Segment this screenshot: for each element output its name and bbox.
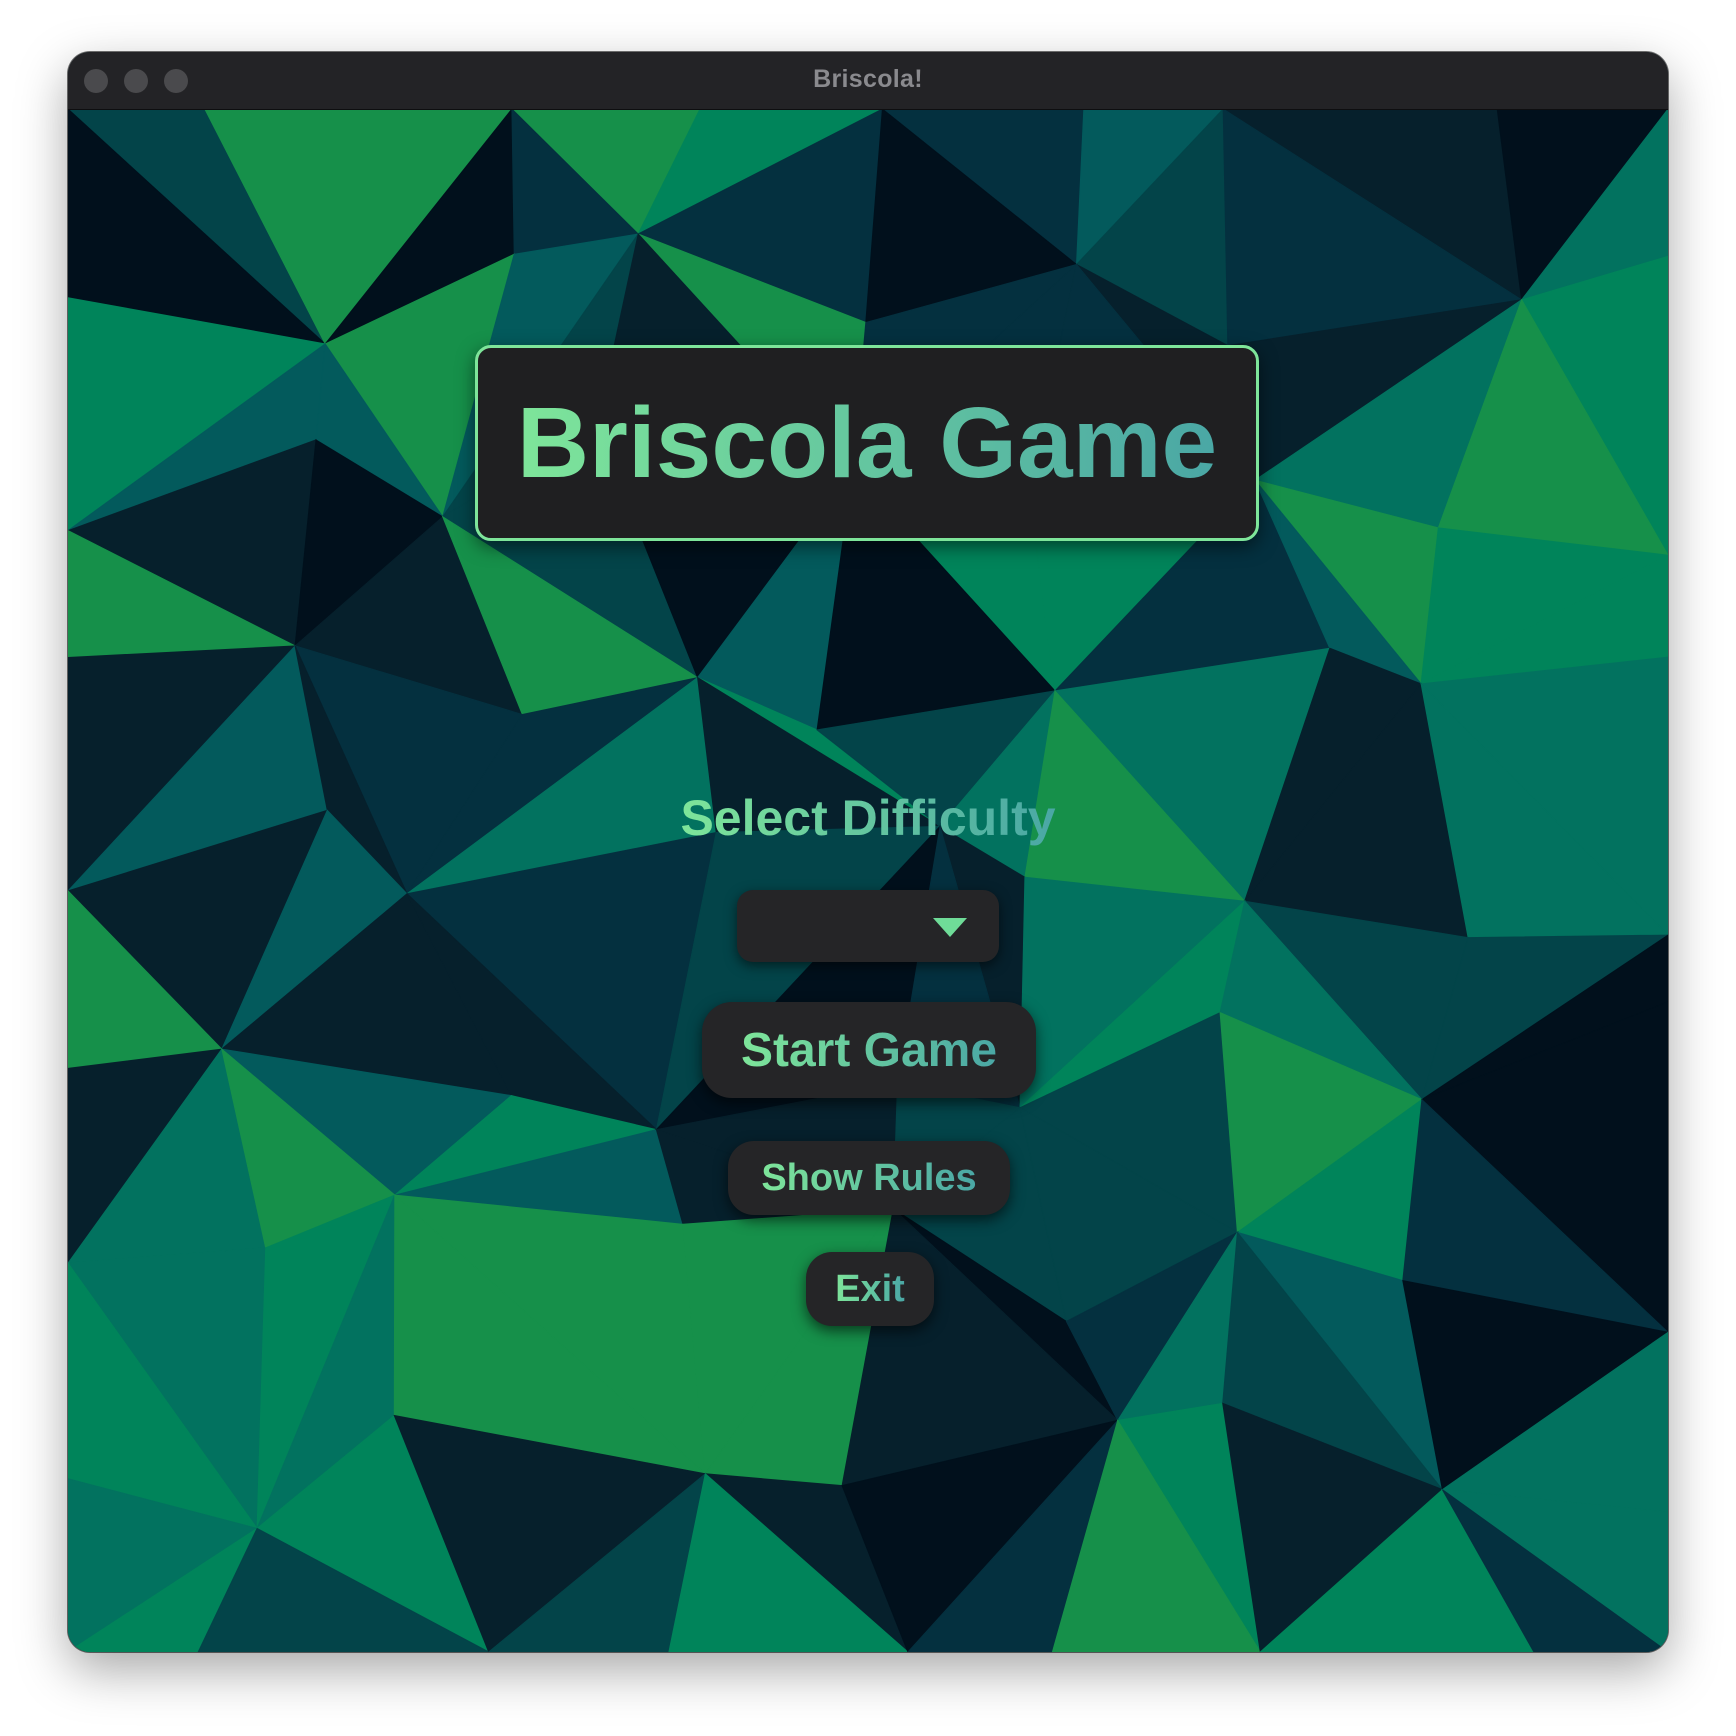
- title-panel: Briscola Game: [475, 345, 1259, 541]
- app-window: Briscola! Briscola Game Select Difficult…: [68, 52, 1668, 1652]
- difficulty-label-wrap: Select Difficulty: [68, 791, 1668, 846]
- start-game-button[interactable]: Start Game: [702, 1002, 1036, 1098]
- start-game-label: Start Game: [740, 1023, 998, 1077]
- caret-down-icon: [933, 918, 967, 937]
- main-menu: Briscola Game Select Difficulty Start Ga…: [68, 109, 1668, 1652]
- game-title: Briscola Game: [516, 387, 1218, 499]
- show-rules-label: Show Rules: [761, 1156, 977, 1199]
- show-rules-button[interactable]: Show Rules: [728, 1141, 1010, 1215]
- exit-label: Exit: [835, 1267, 905, 1310]
- exit-button[interactable]: Exit: [806, 1252, 934, 1326]
- difficulty-label: Select Difficulty: [680, 790, 1056, 846]
- difficulty-select[interactable]: [737, 890, 999, 962]
- window-titlebar[interactable]: Briscola!: [68, 52, 1668, 110]
- window-title: Briscola!: [813, 65, 923, 93]
- low-poly-background: [68, 109, 1668, 1652]
